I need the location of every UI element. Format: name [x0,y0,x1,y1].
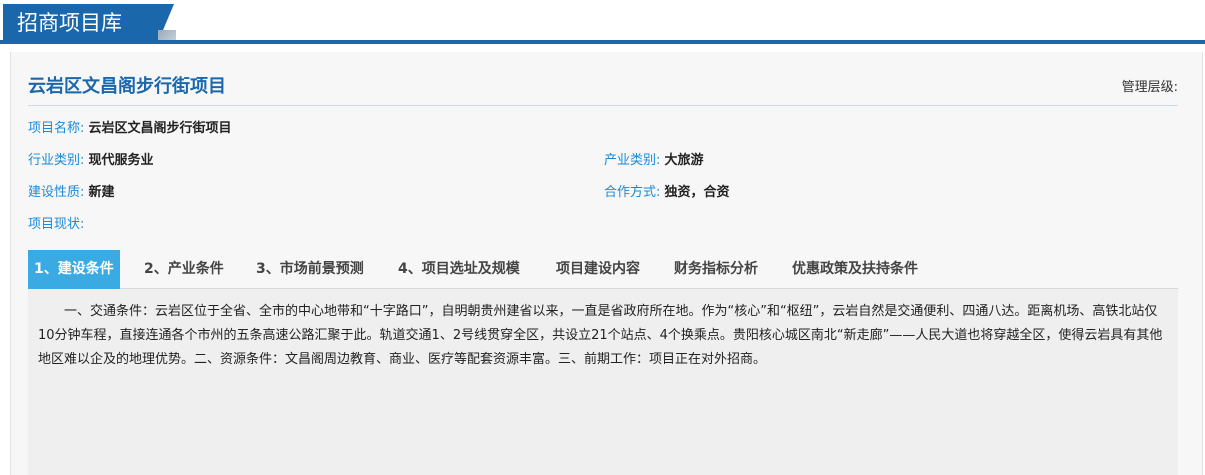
field-value: 独资，合资 [664,185,730,200]
title-row: 云岩区文昌阁步行街项目 管理层级: [28,66,1178,106]
project-title: 云岩区文昌阁步行街项目 [28,76,226,97]
field-label: 行业类别: [28,153,85,168]
field-construction-nature: 建设性质: 新建 [28,184,115,202]
field-value: 云岩区文昌阁步行街项目 [88,121,232,136]
project-detail-panel: 云岩区文昌阁步行街项目 管理层级: 项目名称: 云岩区文昌阁步行街项目 行业类别… [10,52,1203,475]
tab-content: 一、交通条件：云岩区位于全省、全市的中心地带和“十字路口”，自明朝贵州建省以来，… [28,289,1178,475]
field-value: 大旅游 [664,153,704,168]
field-label: 建设性质: [28,185,85,200]
field-project-status: 项目现状: [28,216,84,234]
section-tab-title: 招商项目库 [3,4,158,42]
tab-industry-conditions[interactable]: 2、产业条件 [144,250,224,289]
field-project-name: 项目名称: 云岩区文昌阁步行街项目 [28,120,232,138]
field-value: 现代服务业 [88,153,154,168]
field-cooperation: 合作方式: 独资，合资 [604,184,730,202]
field-industry: 行业类别: 现代服务业 [28,152,154,170]
tab-construction-content[interactable]: 项目建设内容 [556,250,640,289]
field-value: 新建 [88,185,115,200]
top-bar: 招商项目库 [0,0,1205,48]
tab-site-and-scale[interactable]: 4、项目选址及规模 [398,250,520,289]
tab-construction-conditions[interactable]: 1、建设条件 [28,250,120,289]
header-divider [0,40,1205,44]
detail-tabs: 1、建设条件 2、产业条件 3、市场前景预测 4、项目选址及规模 项目建设内容 … [28,250,1178,289]
field-label: 项目现状: [28,217,85,232]
tab-financial-analysis[interactable]: 财务指标分析 [674,250,758,289]
field-sector: 产业类别: 大旅游 [604,152,704,170]
tab-preferential-policies[interactable]: 优惠政策及扶持条件 [792,250,918,289]
field-label: 合作方式: [604,185,661,200]
management-level-label: 管理层级: [1121,80,1178,95]
field-label: 项目名称: [28,121,85,136]
tab-market-forecast[interactable]: 3、市场前景预测 [256,250,364,289]
field-label: 产业类别: [604,153,661,168]
